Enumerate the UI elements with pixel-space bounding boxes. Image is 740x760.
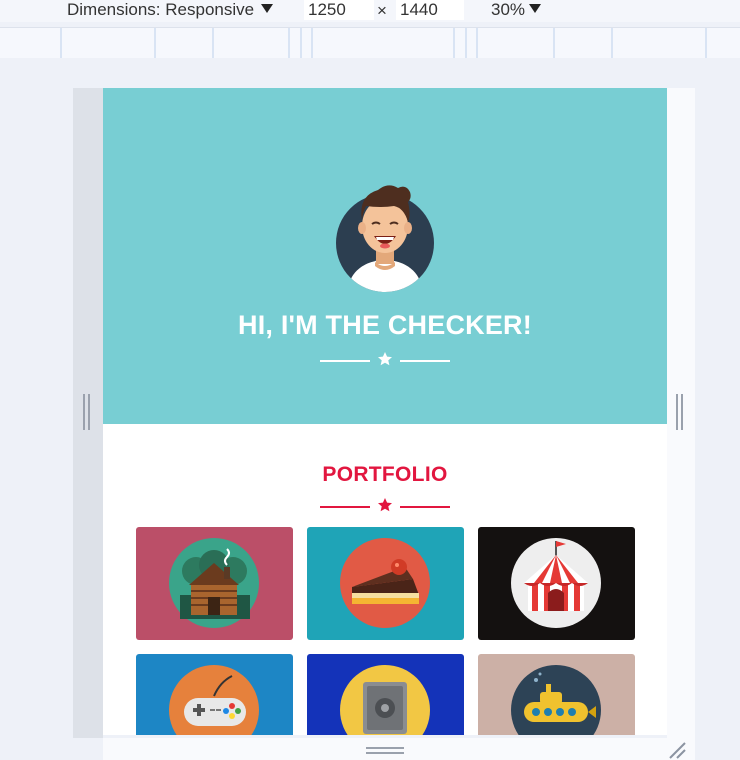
circus-tent-icon (511, 538, 601, 628)
portfolio-item-safe[interactable] (307, 654, 464, 735)
portfolio-item-cake[interactable] (307, 527, 464, 640)
cake-slice-icon (340, 538, 430, 628)
ruler-tick (311, 28, 313, 58)
ruler-tick (705, 28, 707, 58)
ruler-tick (553, 28, 555, 58)
star-icon (378, 498, 392, 512)
devtools-toolbar: Dimensions: Responsive × 30% (0, 0, 740, 22)
safe-icon (340, 665, 430, 735)
ruler-tick (476, 28, 478, 58)
resize-grip[interactable] (88, 394, 90, 430)
height-input[interactable] (396, 0, 464, 20)
resize-grip[interactable] (366, 752, 404, 754)
log-cabin-icon (169, 538, 259, 628)
zoom-caret-icon[interactable] (529, 4, 541, 13)
dimensions-dropdown[interactable]: Dimensions: Responsive (67, 0, 254, 20)
hero-title: HI, I'M THE CHECKER! (238, 310, 532, 340)
portfolio-item-submarine[interactable] (478, 654, 635, 735)
corner-resize-icon[interactable] (667, 740, 687, 760)
resize-grip[interactable] (676, 394, 678, 430)
portfolio-item-circus[interactable] (478, 527, 635, 640)
ruler-tick (453, 28, 455, 58)
divider-line (320, 506, 370, 508)
divider-line (320, 360, 370, 362)
portfolio-divider (320, 497, 450, 517)
dimensions-caret-icon[interactable] (261, 4, 273, 13)
bottom-resize-gutter[interactable] (103, 738, 695, 760)
ruler-tick (288, 28, 290, 58)
width-input[interactable] (304, 0, 374, 20)
ruler-tick (212, 28, 214, 58)
portfolio-item-cabin[interactable] (136, 527, 293, 640)
page-viewport: HI, I'M THE CHECKER! PORTFOLIO (103, 88, 667, 735)
divider-line (400, 506, 450, 508)
ruler-tick (60, 28, 62, 58)
hero-section: HI, I'M THE CHECKER! (103, 88, 667, 424)
portfolio-title: PORTFOLIO (322, 463, 448, 486)
submarine-icon (511, 665, 601, 735)
divider-line (400, 360, 450, 362)
ruler-tick (611, 28, 613, 58)
star-icon (378, 352, 392, 366)
ruler-tick (465, 28, 467, 58)
ruler-tick (300, 28, 302, 58)
times-symbol: × (377, 1, 387, 20)
game-controller-icon (169, 665, 259, 735)
portfolio-item-controller[interactable] (136, 654, 293, 735)
resize-grip[interactable] (681, 394, 683, 430)
right-resize-gutter[interactable] (667, 88, 695, 738)
left-resize-gutter[interactable] (73, 88, 103, 738)
ruler-tick (154, 28, 156, 58)
resize-grip[interactable] (83, 394, 85, 430)
hero-divider (320, 351, 450, 371)
resize-grip[interactable] (366, 747, 404, 749)
zoom-dropdown[interactable]: 30% (491, 0, 525, 20)
smiling-man-avatar-icon (336, 185, 434, 292)
media-query-ruler[interactable] (0, 27, 740, 59)
